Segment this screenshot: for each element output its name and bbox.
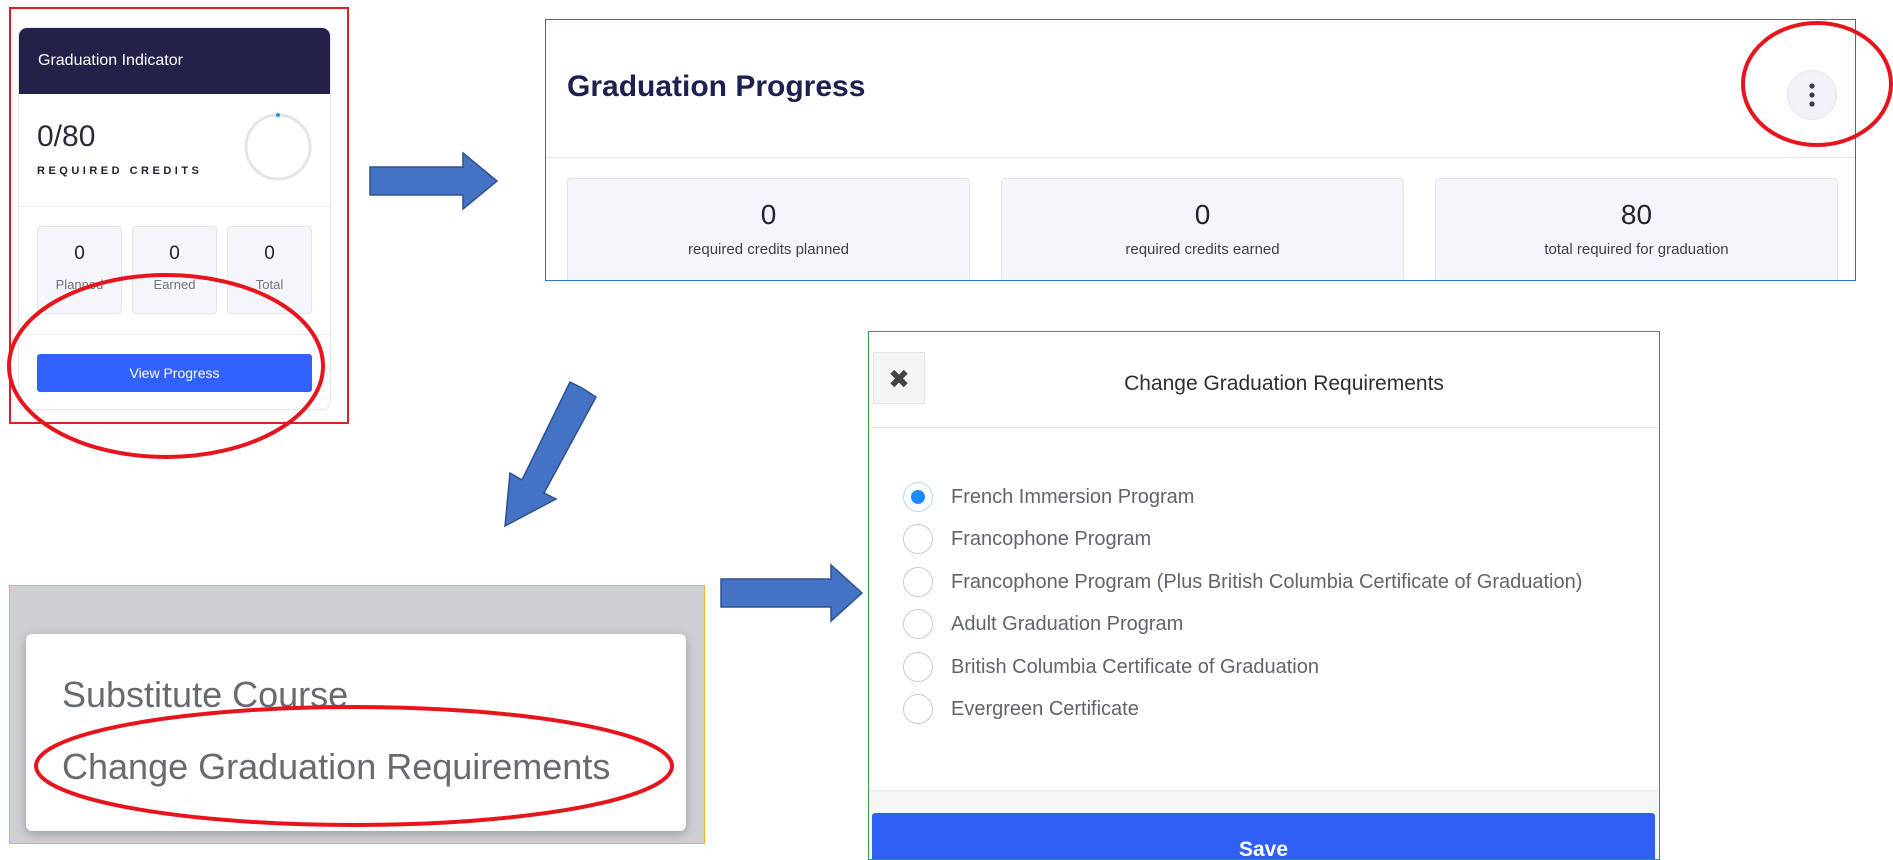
option-evergreen-certificate[interactable]: Evergreen Certificate bbox=[903, 692, 1139, 726]
card-header: Graduation Indicator bbox=[19, 28, 330, 94]
progress-ring bbox=[244, 113, 312, 181]
option-label: Francophone Program (Plus British Columb… bbox=[951, 570, 1583, 593]
option-label: French Immersion Program bbox=[951, 485, 1195, 508]
menu-item-substitute-course[interactable]: Substitute Course bbox=[62, 674, 348, 716]
context-menu-panel: Substitute Course Change Graduation Requ… bbox=[9, 585, 705, 844]
progress-ring-indicator bbox=[276, 113, 280, 117]
radio-button[interactable] bbox=[903, 694, 933, 724]
total-value: 0 bbox=[264, 243, 275, 264]
arrow-right-icon bbox=[369, 151, 499, 211]
radio-button[interactable] bbox=[903, 482, 933, 512]
stat-planned-value: 0 bbox=[760, 199, 777, 230]
option-label: Evergreen Certificate bbox=[951, 697, 1139, 720]
option-francophone[interactable]: Francophone Program bbox=[903, 522, 1151, 556]
option-francophone-plus-bc[interactable]: Francophone Program (Plus British Columb… bbox=[903, 565, 1582, 599]
arrow-down-left-icon bbox=[504, 380, 597, 528]
option-french-immersion[interactable]: French Immersion Program bbox=[903, 480, 1194, 514]
planned-box: 0 Planned bbox=[37, 226, 122, 314]
menu-item-change-graduation-requirements[interactable]: Change Graduation Requirements bbox=[62, 746, 610, 788]
stat-earned-label: required credits earned bbox=[1125, 241, 1280, 258]
stat-total-value: 80 bbox=[1620, 199, 1653, 230]
page-title: Graduation Progress bbox=[567, 70, 866, 103]
radio-button[interactable] bbox=[903, 524, 933, 554]
planned-label: Planned bbox=[55, 277, 104, 292]
total-label: Total bbox=[255, 277, 284, 292]
radio-button[interactable] bbox=[903, 609, 933, 639]
divider bbox=[869, 427, 1659, 428]
radio-button[interactable] bbox=[903, 567, 933, 597]
graduation-indicator-card: Graduation Indicator 0/80 REQUIRED CREDI… bbox=[18, 27, 331, 410]
stat-total-label: total required for graduation bbox=[1544, 241, 1729, 258]
divider bbox=[19, 206, 330, 207]
context-menu: Substitute Course Change Graduation Requ… bbox=[26, 634, 686, 831]
option-label: British Columbia Certificate of Graduati… bbox=[951, 655, 1319, 678]
more-options-button[interactable] bbox=[1787, 70, 1837, 120]
stat-earned: 0 required credits earned bbox=[1001, 178, 1404, 280]
divider bbox=[546, 157, 1855, 158]
stat-total: 80 total required for graduation bbox=[1435, 178, 1838, 280]
modal-title: Change Graduation Requirements bbox=[1124, 372, 1444, 395]
planned-value: 0 bbox=[74, 243, 85, 264]
option-label: Adult Graduation Program bbox=[951, 612, 1184, 635]
graduation-progress-panel: Graduation Progress 0 required credits p… bbox=[545, 19, 1856, 281]
required-credits-label: REQUIRED CREDITS bbox=[37, 165, 203, 177]
arrow-right-icon bbox=[720, 563, 864, 623]
earned-box: 0 Earned bbox=[132, 226, 217, 314]
total-box: 0 Total bbox=[227, 226, 312, 314]
credits-fraction: 0/80 bbox=[37, 120, 96, 153]
divider bbox=[19, 334, 330, 335]
earned-label: Earned bbox=[153, 277, 196, 292]
stat-planned-label: required credits planned bbox=[688, 241, 849, 258]
option-adult-graduation[interactable]: Adult Graduation Program bbox=[903, 607, 1183, 641]
earned-value: 0 bbox=[169, 243, 180, 264]
vertical-ellipsis-icon bbox=[1809, 83, 1815, 107]
radio-button[interactable] bbox=[903, 652, 933, 682]
option-label: Francophone Program bbox=[951, 527, 1152, 550]
option-bc-certificate[interactable]: British Columbia Certificate of Graduati… bbox=[903, 650, 1319, 684]
change-requirements-modal: ✖ Change Graduation Requirements French … bbox=[868, 331, 1660, 860]
save-button[interactable]: Save bbox=[872, 813, 1655, 859]
stat-earned-value: 0 bbox=[1194, 199, 1211, 230]
stat-planned: 0 required credits planned bbox=[567, 178, 970, 280]
view-progress-button[interactable]: View Progress bbox=[37, 354, 312, 392]
